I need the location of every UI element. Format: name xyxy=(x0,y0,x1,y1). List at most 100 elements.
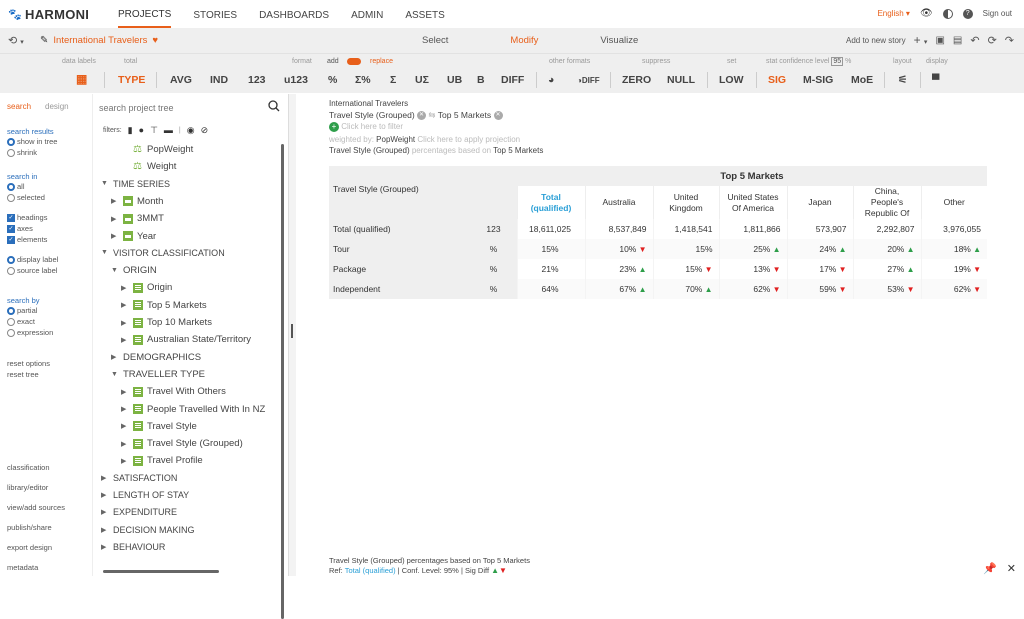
tree-item[interactable]: ▼ VISITOR CLASSIFICATION xyxy=(101,248,225,258)
tree-item[interactable]: ⚖ PopWeight xyxy=(121,144,193,155)
collapsed-arrow-icon[interactable]: ▶ xyxy=(121,336,129,344)
chart-format-icon[interactable]: ◕ xyxy=(548,74,554,86)
pin-icon[interactable]: 📌 xyxy=(983,562,997,575)
selected-option[interactable]: selected xyxy=(0,192,92,203)
eye-hidden-filter-icon[interactable]: ⊘ xyxy=(201,125,209,136)
expanded-arrow-icon[interactable]: ▼ xyxy=(101,249,109,256)
contrast-icon[interactable] xyxy=(942,8,953,19)
collapsed-arrow-icon[interactable]: ▶ xyxy=(121,422,129,430)
footer-ref-value[interactable]: Total (qualified) xyxy=(345,566,396,575)
msig-button[interactable]: M-SIG xyxy=(803,74,833,86)
list-filter-icon[interactable]: ▬ xyxy=(164,125,173,135)
col-axis-chip[interactable]: Top 5 Markets xyxy=(438,110,491,120)
nav-projects[interactable]: PROJECTS xyxy=(118,1,172,28)
tree-item[interactable]: ▶ LENGTH OF STAY xyxy=(101,490,189,500)
row-header[interactable]: Total (qualified) xyxy=(329,219,471,239)
mode-visualize[interactable]: Visualize xyxy=(600,35,638,46)
mode-select[interactable]: Select xyxy=(422,35,448,46)
avg-button[interactable]: AVG xyxy=(170,74,192,86)
redo-icon[interactable]: ↷ xyxy=(1005,34,1014,47)
expanded-arrow-icon[interactable]: ▼ xyxy=(101,180,109,187)
weight-row[interactable]: weighted by: PopWeight Click here to app… xyxy=(329,135,520,144)
reset-options-link[interactable]: reset options xyxy=(0,358,92,369)
ind-button[interactable]: IND xyxy=(210,74,228,86)
publish-share-link[interactable]: publish/share xyxy=(0,518,65,538)
tree-item[interactable]: ▶ DECISION MAKING xyxy=(101,525,195,535)
story-name[interactable]: International Travelers xyxy=(53,35,147,46)
unweighted-base-button[interactable]: UB xyxy=(447,74,462,86)
panel-splitter[interactable] xyxy=(288,94,296,576)
tree-item[interactable]: ▶ 3MMT xyxy=(111,213,164,224)
column-header[interactable]: Australia xyxy=(584,186,653,219)
collapsed-arrow-icon[interactable]: ▶ xyxy=(111,353,119,361)
tree-item[interactable]: ▶ Travel With Others xyxy=(121,386,226,397)
elements-checkbox[interactable]: ✓ elements xyxy=(0,234,92,245)
remove-rows-icon[interactable]: ✕ xyxy=(417,111,427,121)
column-group-header[interactable]: Top 5 Markets xyxy=(517,166,987,186)
collapsed-arrow-icon[interactable]: ▶ xyxy=(111,232,119,240)
add-filter-icon[interactable]: + xyxy=(329,122,339,132)
collapsed-arrow-icon[interactable]: ▶ xyxy=(121,301,129,309)
app-logo[interactable]: 🐾 HARMONI xyxy=(8,7,118,22)
tab-design[interactable]: design xyxy=(45,102,69,111)
show-in-tree-option[interactable]: show in tree xyxy=(0,136,92,147)
tree-item[interactable]: ▶ Top 5 Markets xyxy=(121,300,207,311)
add-icon[interactable]: + ▾ xyxy=(914,33,928,47)
collapsed-arrow-icon[interactable]: ▶ xyxy=(121,440,129,448)
collapsed-arrow-icon[interactable]: ▶ xyxy=(101,508,109,516)
table-icon[interactable]: ▣ xyxy=(935,35,944,46)
tree-item[interactable]: ▼ TIME SERIES xyxy=(101,179,170,189)
axes-checkbox[interactable]: ✓ axes xyxy=(0,223,92,234)
exact-option[interactable]: exact xyxy=(0,316,92,327)
tree-item[interactable]: ▶ Year xyxy=(111,231,156,242)
collapsed-arrow-icon[interactable]: ▶ xyxy=(111,197,119,205)
eye-filter-icon[interactable]: ◉ xyxy=(187,125,195,136)
remove-cols-icon[interactable]: ✕ xyxy=(493,111,503,121)
percent-button[interactable]: % xyxy=(328,74,337,86)
nav-assets[interactable]: ASSETS xyxy=(405,2,444,27)
table-alt-icon[interactable]: ▤ xyxy=(953,35,962,46)
expanded-arrow-icon[interactable]: ▼ xyxy=(111,267,119,274)
vertical-axis-filter-icon[interactable]: ▮ xyxy=(128,125,133,136)
collapsed-arrow-icon[interactable]: ▶ xyxy=(121,405,129,413)
help-icon[interactable]: ? xyxy=(962,8,973,19)
tree-item[interactable]: ▶ Travel Style xyxy=(121,421,197,432)
signout-link[interactable]: Sign out xyxy=(983,9,1012,18)
all-option[interactable]: all xyxy=(0,181,92,192)
tree-item[interactable]: ▶ Top 10 Markets xyxy=(121,317,212,328)
column-header[interactable]: Total (qualified) xyxy=(516,186,585,219)
column-header[interactable]: China, People's Republic Of xyxy=(852,186,921,219)
filter-row[interactable]: + Click here to filter xyxy=(329,122,403,132)
data-labels-icon[interactable]: ▦ xyxy=(76,72,87,86)
expanded-arrow-icon[interactable]: ▼ xyxy=(111,371,119,378)
pencil-icon[interactable]: ✎ xyxy=(40,35,48,46)
low-button[interactable]: LOW xyxy=(719,74,744,86)
suppress-null-button[interactable]: NULL xyxy=(667,74,695,86)
collapsed-arrow-icon[interactable]: ▶ xyxy=(101,474,109,482)
metadata-link[interactable]: metadata xyxy=(0,558,65,578)
tree-item[interactable]: ▶ SATISFACTION xyxy=(101,473,177,483)
collapsed-arrow-icon[interactable]: ▶ xyxy=(121,319,129,327)
sum-button[interactable]: Σ xyxy=(390,74,396,86)
suppress-zero-button[interactable]: ZERO xyxy=(622,74,651,86)
tree-item[interactable]: ▶ Australian State/Territory xyxy=(121,334,251,345)
undo-icon[interactable]: ↶ xyxy=(970,34,979,47)
hierarchy-filter-icon[interactable]: ⊤ xyxy=(150,125,158,136)
pin-filter-icon[interactable]: ● xyxy=(139,125,144,135)
column-header[interactable]: United States Of America xyxy=(718,186,787,219)
close-icon[interactable]: ✕ xyxy=(1007,562,1016,575)
type-button[interactable]: TYPE xyxy=(118,74,145,86)
row-header[interactable]: Package xyxy=(329,259,471,279)
collapsed-arrow-icon[interactable]: ▶ xyxy=(121,388,129,396)
history-icon[interactable]: ⟲ ▾ xyxy=(0,34,40,47)
classification-link[interactable]: classification xyxy=(0,458,65,478)
row-header[interactable]: Tour xyxy=(329,239,471,259)
tree-horizontal-scrollbar[interactable] xyxy=(103,570,219,573)
unweighted-sum-button[interactable]: UΣ xyxy=(415,74,429,86)
headings-checkbox[interactable]: ✓ headings xyxy=(0,212,92,223)
sum-percent-button[interactable]: Σ% xyxy=(355,74,371,86)
diff-button[interactable]: DIFF xyxy=(501,74,524,86)
nav-stories[interactable]: STORIES xyxy=(193,2,237,27)
refresh-icon[interactable]: ⟳ xyxy=(988,34,997,47)
tree-item[interactable]: ▼ TRAVELLER TYPE xyxy=(111,369,205,380)
